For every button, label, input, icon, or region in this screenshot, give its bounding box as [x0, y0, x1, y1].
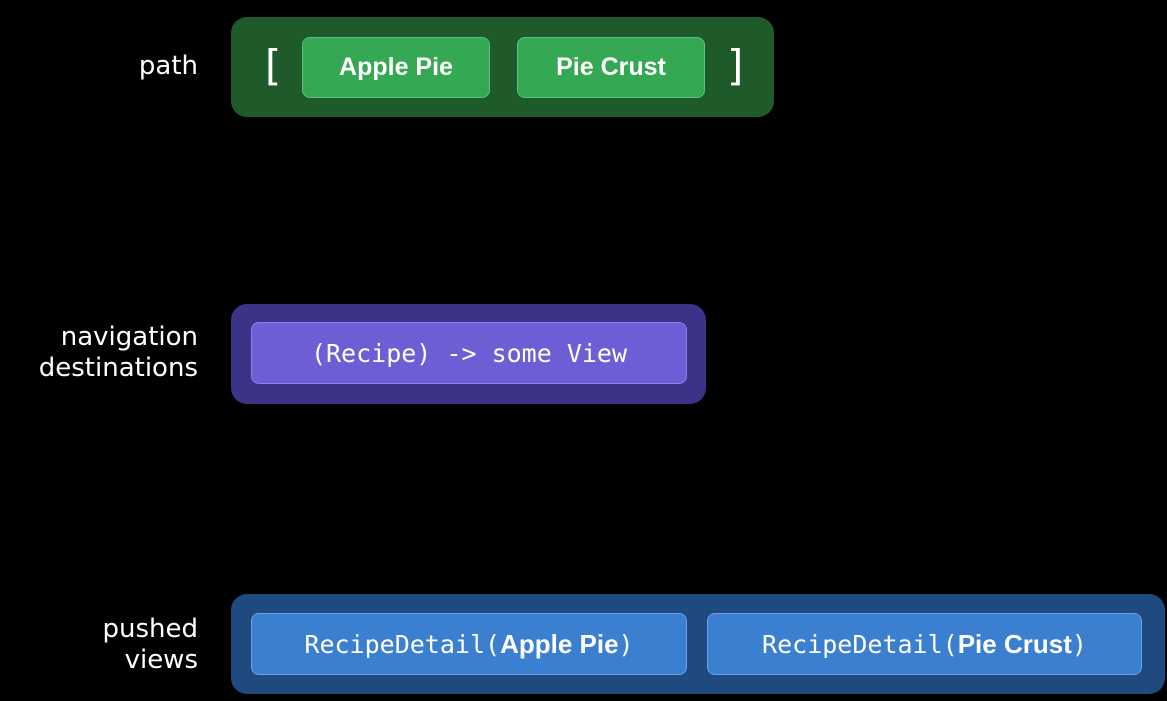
pushed-view-apple-pie: RecipeDetail(Apple Pie): [251, 613, 687, 675]
destinations-label-line-2: destinations: [38, 353, 198, 383]
view-suffix: ): [1071, 629, 1087, 659]
destination-label: (Recipe) -> some View: [310, 338, 628, 368]
view-prefix: RecipeDetail(: [304, 629, 501, 659]
open-bracket: [: [259, 41, 285, 90]
destination-recipe-view: (Recipe) -> some View: [251, 322, 687, 384]
destinations-label-line-1: navigation: [60, 322, 198, 352]
destinations-row-label: navigation destinations: [39, 322, 198, 384]
path-label-line: path: [138, 51, 198, 81]
path-item-pie-crust: Pie Crust: [517, 37, 705, 98]
view-prefix: RecipeDetail(: [762, 629, 958, 659]
path-item-apple-pie: Apple Pie: [302, 37, 490, 98]
pushed-view-pie-crust: RecipeDetail(Pie Crust): [707, 613, 1142, 675]
view-argument: Pie Crust: [957, 628, 1072, 659]
path-row-label: path: [139, 51, 198, 82]
path-item-label: Pie Crust: [556, 53, 666, 81]
views-label-line-1: pushed: [102, 614, 198, 644]
views-row-label: pushed views: [102, 614, 198, 676]
view-argument: Apple Pie: [500, 628, 619, 659]
path-item-label: Apple Pie: [339, 53, 453, 81]
view-suffix: ): [618, 629, 634, 659]
close-bracket: ]: [724, 41, 750, 90]
views-label-line-2: views: [124, 645, 198, 675]
